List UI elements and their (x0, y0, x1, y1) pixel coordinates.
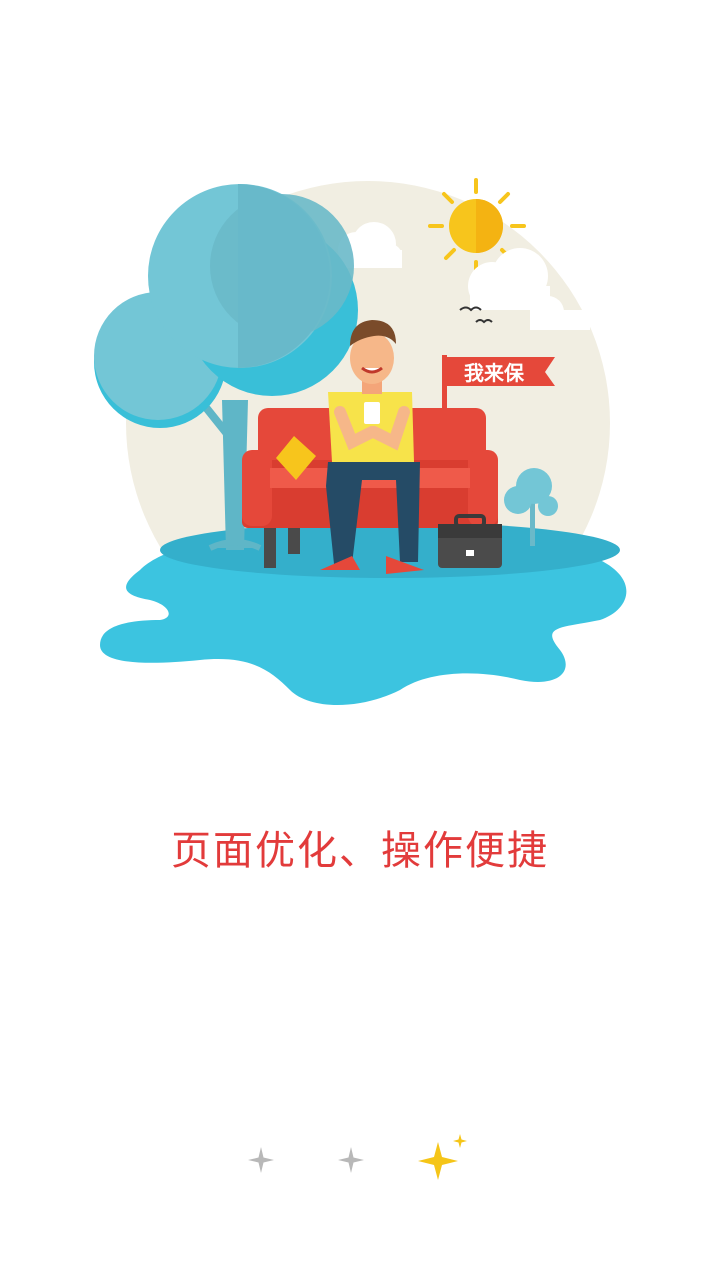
sparkle-icon (248, 1147, 274, 1173)
page-slogan: 页面优化、操作便捷 (171, 828, 549, 874)
sparkle-icon (338, 1147, 364, 1173)
page-dot-1[interactable] (231, 1130, 291, 1190)
page-indicator (0, 1130, 720, 1200)
page-dot-3-active[interactable] (414, 1130, 474, 1190)
sparkle-active-icon (418, 1134, 467, 1180)
flag-text: 我来保 (464, 361, 525, 385)
page-dot-2[interactable] (321, 1130, 381, 1190)
onboarding-illustration: 我来保 (0, 150, 720, 730)
